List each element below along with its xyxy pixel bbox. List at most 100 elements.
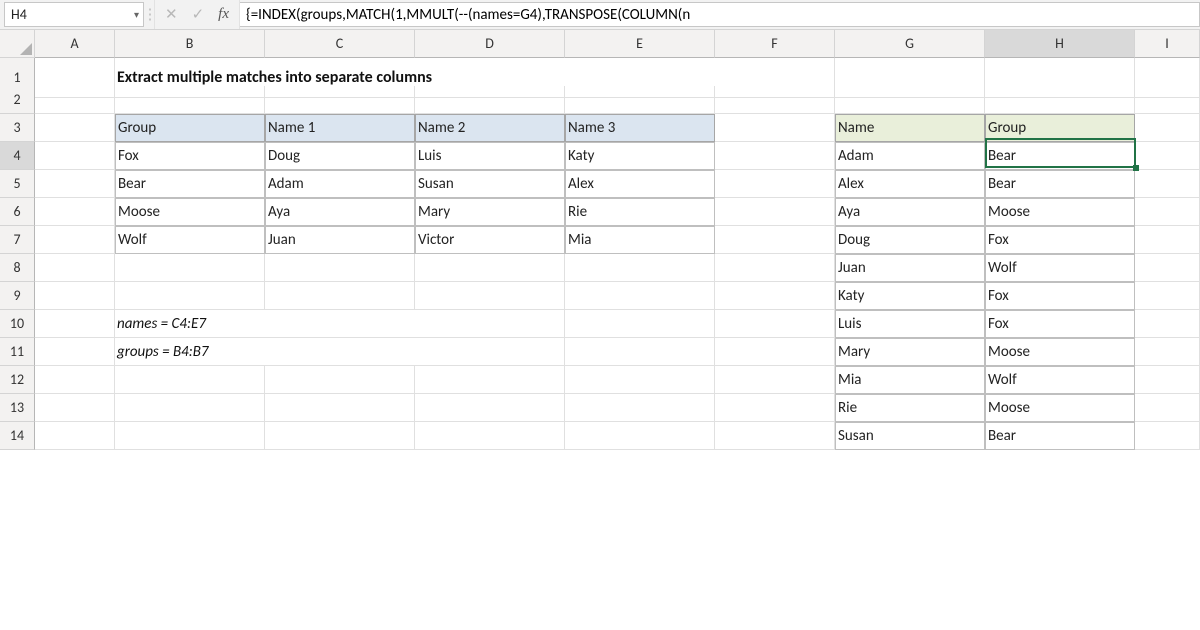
cell-H4[interactable]: Bear <box>985 142 1135 170</box>
cell-H11[interactable]: Moose <box>985 338 1135 366</box>
cell-C4[interactable]: Doug <box>265 142 415 170</box>
cell-I5[interactable] <box>1135 170 1200 198</box>
cell-H9[interactable]: Fox <box>985 282 1135 310</box>
name-box[interactable]: H4 ▾ <box>4 2 144 27</box>
cell-A11[interactable] <box>35 338 115 366</box>
cell-I9[interactable] <box>1135 282 1200 310</box>
cell-B6[interactable]: Moose <box>115 198 265 226</box>
cell-I3[interactable] <box>1135 114 1200 142</box>
cell-G4[interactable]: Adam <box>835 142 985 170</box>
cell-B12[interactable] <box>115 366 265 394</box>
cell-E11[interactable] <box>565 338 715 366</box>
cell-F13[interactable] <box>715 394 835 422</box>
groups-definition[interactable]: groups = B4:B7 <box>115 338 565 366</box>
cell-A6[interactable] <box>35 198 115 226</box>
cell-D13[interactable] <box>415 394 565 422</box>
spreadsheet-grid[interactable]: A B C D E F G H I 1 Extract multiple mat… <box>0 30 1200 450</box>
cell-I8[interactable] <box>1135 254 1200 282</box>
names-definition[interactable]: names = C4:E7 <box>115 310 565 338</box>
cell-B5[interactable]: Bear <box>115 170 265 198</box>
cell-B8[interactable] <box>115 254 265 282</box>
row-header-12[interactable]: 12 <box>0 366 35 394</box>
row-header-13[interactable]: 13 <box>0 394 35 422</box>
row-header-7[interactable]: 7 <box>0 226 35 254</box>
cell-I2[interactable] <box>1135 86 1200 114</box>
cell-C8[interactable] <box>265 254 415 282</box>
cell-A8[interactable] <box>35 254 115 282</box>
col-header-A[interactable]: A <box>35 30 115 58</box>
cell-E8[interactable] <box>565 254 715 282</box>
row-header-11[interactable]: 11 <box>0 338 35 366</box>
cell-A5[interactable] <box>35 170 115 198</box>
cell-F2[interactable] <box>715 86 835 114</box>
cell-E2[interactable] <box>565 86 715 114</box>
cell-I7[interactable] <box>1135 226 1200 254</box>
cell-G9[interactable]: Katy <box>835 282 985 310</box>
cell-D4[interactable]: Luis <box>415 142 565 170</box>
row-header-8[interactable]: 8 <box>0 254 35 282</box>
cell-H8[interactable]: Wolf <box>985 254 1135 282</box>
cell-F14[interactable] <box>715 422 835 450</box>
cell-B4[interactable]: Fox <box>115 142 265 170</box>
row-header-5[interactable]: 5 <box>0 170 35 198</box>
cell-D7[interactable]: Victor <box>415 226 565 254</box>
name-box-dropdown-icon[interactable]: ▾ <box>134 8 139 21</box>
cell-F5[interactable] <box>715 170 835 198</box>
enter-formula-icon[interactable]: ✓ <box>192 5 205 24</box>
cell-G2[interactable] <box>835 86 985 114</box>
cell-B2[interactable] <box>115 86 265 114</box>
cell-E12[interactable] <box>565 366 715 394</box>
cell-H2[interactable] <box>985 86 1135 114</box>
cell-F10[interactable] <box>715 310 835 338</box>
cell-C13[interactable] <box>265 394 415 422</box>
cell-E6[interactable]: Rie <box>565 198 715 226</box>
cell-A10[interactable] <box>35 310 115 338</box>
formula-bar-grip-icon[interactable]: ⋮ <box>146 0 154 29</box>
cell-A13[interactable] <box>35 394 115 422</box>
main-header-name1[interactable]: Name 1 <box>265 114 415 142</box>
cell-C7[interactable]: Juan <box>265 226 415 254</box>
row-header-14[interactable]: 14 <box>0 422 35 450</box>
cell-H13[interactable]: Moose <box>985 394 1135 422</box>
cell-H10[interactable]: Fox <box>985 310 1135 338</box>
cell-E7[interactable]: Mia <box>565 226 715 254</box>
row-header-9[interactable]: 9 <box>0 282 35 310</box>
cell-F7[interactable] <box>715 226 835 254</box>
cell-G11[interactable]: Mary <box>835 338 985 366</box>
cell-I13[interactable] <box>1135 394 1200 422</box>
cell-I4[interactable] <box>1135 142 1200 170</box>
cell-D5[interactable]: Susan <box>415 170 565 198</box>
col-header-F[interactable]: F <box>715 30 835 58</box>
cell-G7[interactable]: Doug <box>835 226 985 254</box>
cell-A2[interactable] <box>35 86 115 114</box>
cell-G14[interactable]: Susan <box>835 422 985 450</box>
col-header-H[interactable]: H <box>985 30 1135 58</box>
cell-E10[interactable] <box>565 310 715 338</box>
lookup-header-group[interactable]: Group <box>985 114 1135 142</box>
cell-C12[interactable] <box>265 366 415 394</box>
cell-A9[interactable] <box>35 282 115 310</box>
row-header-6[interactable]: 6 <box>0 198 35 226</box>
col-header-G[interactable]: G <box>835 30 985 58</box>
insert-function-icon[interactable]: fx <box>218 6 229 23</box>
cell-B13[interactable] <box>115 394 265 422</box>
row-header-3[interactable]: 3 <box>0 114 35 142</box>
main-header-group[interactable]: Group <box>115 114 265 142</box>
cell-A12[interactable] <box>35 366 115 394</box>
cell-B14[interactable] <box>115 422 265 450</box>
col-header-B[interactable]: B <box>115 30 265 58</box>
main-header-name2[interactable]: Name 2 <box>415 114 565 142</box>
cell-F3[interactable] <box>715 114 835 142</box>
row-header-2[interactable]: 2 <box>0 86 35 114</box>
cell-E9[interactable] <box>565 282 715 310</box>
cell-E5[interactable]: Alex <box>565 170 715 198</box>
cell-F6[interactable] <box>715 198 835 226</box>
cell-H7[interactable]: Fox <box>985 226 1135 254</box>
cell-C2[interactable] <box>265 86 415 114</box>
main-header-name3[interactable]: Name 3 <box>565 114 715 142</box>
cell-D12[interactable] <box>415 366 565 394</box>
cell-F9[interactable] <box>715 282 835 310</box>
lookup-header-name[interactable]: Name <box>835 114 985 142</box>
cell-D9[interactable] <box>415 282 565 310</box>
cancel-formula-icon[interactable]: ✕ <box>165 5 178 24</box>
